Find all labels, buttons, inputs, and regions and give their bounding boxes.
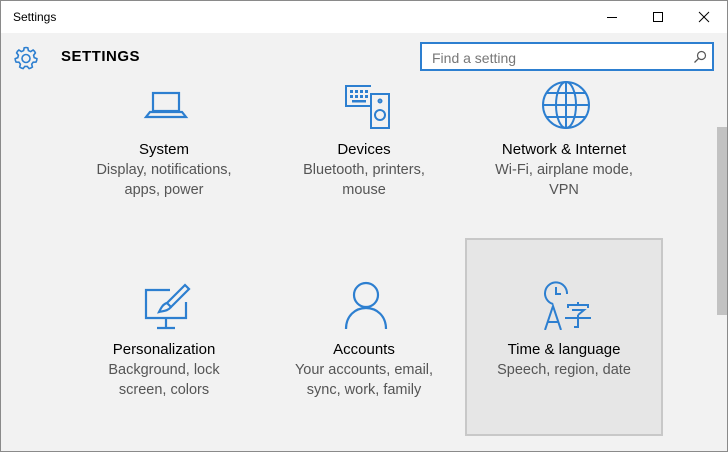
devices-icon [341,80,391,130]
time-language-icon [541,280,591,331]
window-title: Settings [13,10,57,24]
minimize-button[interactable] [589,1,635,33]
tile-accounts[interactable]: Accounts Your accounts, email, sync, wor… [265,238,463,436]
settings-window: Settings SETTINGS Find a setting System … [0,0,728,452]
tile-personalization[interactable]: Personalization Background, lock screen,… [65,238,263,436]
maximize-icon [653,12,663,22]
tile-description-line1: Wi-Fi, airplane mode, [495,162,633,178]
tile-description-line2: apps, power [124,182,204,198]
laptop-icon [141,80,191,130]
vertical-scrollbar[interactable] [715,83,727,451]
tile-label: Devices [337,141,391,158]
tile-description-line1: Bluetooth, printers, [303,162,425,178]
tile-description-line2: mouse [342,182,386,198]
tile-description-line2: VPN [549,182,579,198]
tile-label: System [138,141,189,158]
tile-system[interactable]: System Display, notifications, apps, pow… [65,38,263,236]
tile-description-line1: Display, notifications, [96,162,232,178]
tile-time-language[interactable]: Time & language Speech, region, date [465,238,663,436]
scrollbar-thumb[interactable] [717,127,727,315]
close-button[interactable] [681,1,727,33]
tile-label: Network & Internet [501,141,627,158]
tile-description-line2: screen, colors [118,382,210,398]
tile-description-line1: Speech, region, date [497,362,631,378]
tile-label: Time & language [507,341,621,358]
tile-devices[interactable]: Devices Bluetooth, printers, mouse [265,38,463,236]
tile-label: Accounts [333,341,395,358]
close-icon [698,11,710,23]
tile-label: Personalization [112,341,216,358]
maximize-button[interactable] [635,1,681,33]
title-bar: Settings [1,1,727,33]
personalization-icon [141,282,191,332]
globe-icon [541,80,591,130]
gear-icon [13,45,39,71]
person-icon [341,280,391,330]
minimize-icon [607,17,617,18]
search-icon[interactable] [693,50,707,64]
tile-network-internet[interactable]: Network & Internet Wi-Fi, airplane mode,… [465,38,663,236]
tile-description-line2: sync, work, family [306,382,422,398]
tile-description-line1: Your accounts, email, [294,362,434,378]
tile-description-line1: Background, lock [108,362,220,378]
